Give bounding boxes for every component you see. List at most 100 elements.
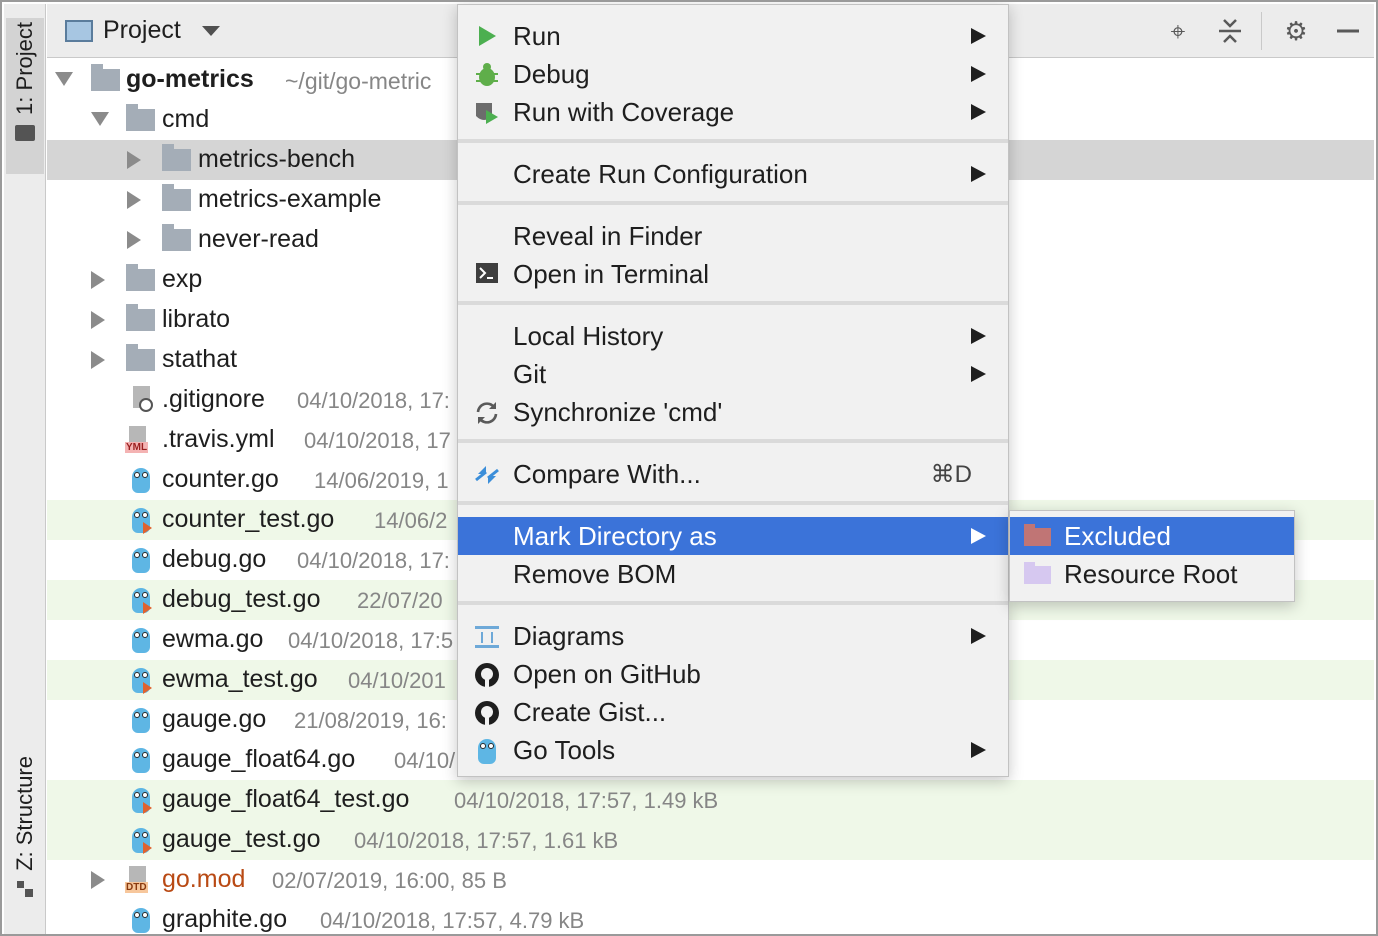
menu-item-debug[interactable]: Debug <box>458 55 1008 93</box>
menu-label: Run with Coverage <box>513 97 734 128</box>
menu-item-create-run-config[interactable]: Create Run Configuration <box>458 155 1008 193</box>
file-name: gauge_float64.go <box>162 745 355 774</box>
menu-item-synchronize[interactable]: Synchronize 'cmd' <box>458 393 1008 431</box>
gear-icon[interactable]: ⚙ <box>1279 14 1313 48</box>
chevron-right-icon[interactable] <box>127 151 141 169</box>
project-view-icon <box>65 20 93 42</box>
folder-icon <box>126 349 155 371</box>
submenu-label: Resource Root <box>1064 559 1237 590</box>
chevron-right-icon[interactable] <box>91 311 105 329</box>
run-icon <box>474 24 500 50</box>
menu-item-run[interactable]: Run <box>458 17 1008 55</box>
menu-label: Reveal in Finder <box>513 221 702 252</box>
debug-icon <box>474 62 500 88</box>
submenu-arrow-icon <box>971 104 986 120</box>
folder-name: librato <box>162 305 230 334</box>
folder-icon <box>126 109 155 131</box>
chevron-down-icon[interactable] <box>91 112 109 126</box>
submenu-arrow-icon <box>971 366 986 382</box>
submenu-arrow-icon <box>971 66 986 82</box>
folder-icon <box>126 309 155 331</box>
menu-item-diagrams[interactable]: Diagrams <box>458 617 1008 655</box>
chevron-right-icon[interactable] <box>91 871 105 889</box>
submenu-item-resource-root[interactable]: Resource Root <box>1010 555 1294 593</box>
root-name: go-metrics <box>126 65 254 94</box>
tree-row-gauge-float64-test[interactable]: gauge_float64_test.go 04/10/2018, 17:57,… <box>47 780 1374 820</box>
file-name: ewma.go <box>162 625 263 654</box>
chevron-right-icon[interactable] <box>127 191 141 209</box>
file-name: debug.go <box>162 545 266 574</box>
sync-icon <box>474 400 500 426</box>
submenu-arrow-icon <box>971 528 986 544</box>
menu-item-open-in-terminal[interactable]: Open in Terminal <box>458 255 1008 293</box>
menu-label: Create Run Configuration <box>513 159 808 190</box>
yaml-file-icon: YML <box>125 426 149 454</box>
locate-icon[interactable]: ⌖ <box>1161 14 1195 48</box>
menu-item-reveal-in-finder[interactable]: Reveal in Finder <box>458 217 1008 255</box>
collapse-all-icon[interactable] <box>1213 14 1247 48</box>
tool-window-strip: 1: Project Z: Structure <box>4 4 46 936</box>
folder-icon <box>162 189 191 211</box>
chevron-right-icon[interactable] <box>127 231 141 249</box>
menu-label: Compare With... <box>513 459 701 490</box>
hide-icon[interactable] <box>1331 14 1365 48</box>
file-meta: 04/10/201 <box>348 668 446 694</box>
menu-item-create-gist[interactable]: Create Gist... <box>458 693 1008 731</box>
go-test-file-icon <box>131 586 151 614</box>
tree-row-gauge-test[interactable]: gauge_test.go 04/10/2018, 17:57, 1.61 kB <box>47 820 1374 860</box>
menu-item-go-tools[interactable]: Go Tools <box>458 731 1008 769</box>
project-tool-window: 1: Project Z: Structure Project ⌖ ⚙ <box>0 0 1378 936</box>
folder-icon <box>91 69 120 91</box>
excluded-folder-icon <box>1024 528 1051 546</box>
file-meta: 14/06/2019, 1 <box>314 468 449 494</box>
chevron-down-icon[interactable] <box>202 26 220 36</box>
file-meta: 04/10/2018, 17:57, 1.61 kB <box>354 828 618 854</box>
chevron-right-icon[interactable] <box>91 351 105 369</box>
tree-row-graphite-go[interactable]: graphite.go 04/10/2018, 17:57, 4.79 kB <box>47 900 1374 936</box>
project-tool-tab[interactable]: 1: Project <box>6 18 44 174</box>
folder-name: never-read <box>198 225 319 254</box>
folder-name: metrics-example <box>198 185 381 214</box>
menu-item-local-history[interactable]: Local History <box>458 317 1008 355</box>
go-test-file-icon <box>131 786 151 814</box>
view-selector-label[interactable]: Project <box>103 16 181 45</box>
chevron-down-icon[interactable] <box>55 72 73 86</box>
file-name: go.mod <box>162 865 245 894</box>
menu-item-git[interactable]: Git <box>458 355 1008 393</box>
file-meta: 04/10/ <box>394 748 455 774</box>
structure-tool-tab[interactable]: Z: Structure <box>6 756 44 926</box>
menu-separator <box>458 301 1008 305</box>
menu-separator <box>458 201 1008 205</box>
menu-label: Open on GitHub <box>513 659 701 690</box>
chevron-right-icon[interactable] <box>91 271 105 289</box>
compare-icon <box>474 462 500 488</box>
structure-tab-label: Z: Structure <box>12 756 38 871</box>
file-name: gauge_test.go <box>162 825 320 854</box>
submenu-item-excluded[interactable]: Excluded <box>1010 517 1294 555</box>
file-meta: 22/07/20 <box>357 588 443 614</box>
file-name: gauge_float64_test.go <box>162 785 409 814</box>
menu-item-compare-with[interactable]: Compare With... ⌘D <box>458 455 1008 493</box>
structure-icon <box>17 881 33 897</box>
folder-icon <box>162 229 191 251</box>
yml-badge: YML <box>125 442 148 453</box>
menu-label: Run <box>513 21 561 52</box>
menu-label: Synchronize 'cmd' <box>513 397 722 428</box>
project-tab-label: 1: Project <box>12 22 38 115</box>
file-meta: 04/10/2018, 17 <box>304 428 451 454</box>
file-meta: 21/08/2019, 16: <box>294 708 447 734</box>
menu-item-run-with-coverage[interactable]: Run with Coverage <box>458 93 1008 131</box>
go-test-file-icon <box>131 826 151 854</box>
mark-directory-submenu: Excluded Resource Root <box>1009 510 1295 602</box>
tree-row-go-mod[interactable]: DTD go.mod 02/07/2019, 16:00, 85 B <box>47 860 1374 900</box>
menu-item-remove-bom[interactable]: Remove BOM <box>458 555 1008 593</box>
file-name: .travis.yml <box>162 425 275 454</box>
file-meta: 04/10/2018, 17: <box>297 388 450 414</box>
menu-item-open-on-github[interactable]: Open on GitHub <box>458 655 1008 693</box>
submenu-arrow-icon <box>971 28 986 44</box>
menu-item-mark-directory-as[interactable]: Mark Directory as <box>458 517 1008 555</box>
menu-separator <box>458 601 1008 605</box>
file-name: debug_test.go <box>162 585 320 614</box>
dtd-badge: DTD <box>125 882 148 893</box>
submenu-arrow-icon <box>971 742 986 758</box>
